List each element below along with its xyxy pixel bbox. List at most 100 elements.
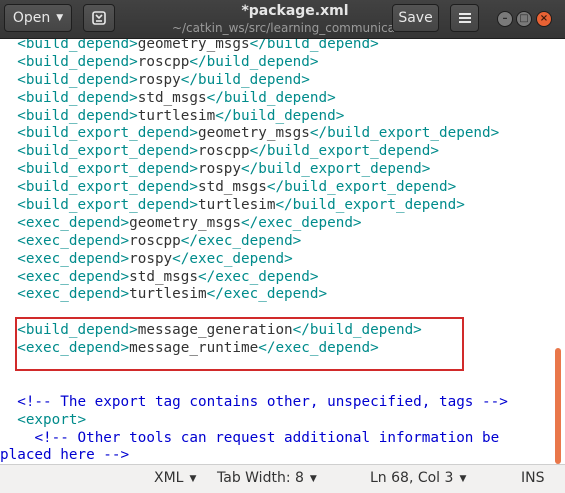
xml-open-tag: <exec_depend>	[17, 268, 130, 285]
language-label: XML	[154, 470, 184, 486]
code-line[interactable]: <build_depend>roscpp</build_depend>	[0, 54, 508, 72]
open-label: Open	[12, 10, 51, 26]
header-bar: Open ▼ *package.xml ~/catkin_ws/src/lear…	[0, 0, 565, 39]
xml-text: std_msgs	[197, 179, 267, 196]
xml-open-tag: <build_export_depend>	[17, 197, 198, 214]
code-line[interactable]: <!-- Other tools can request additional …	[0, 430, 508, 448]
xml-text: std_msgs	[129, 268, 198, 285]
xml-text: rospy	[197, 161, 242, 178]
xml-close-tag: </exec_depend>	[241, 214, 362, 231]
xml-comment: <!-- Other tools can request additional …	[34, 429, 500, 446]
code-line[interactable]: <build_export_depend>turtlesim</build_ex…	[0, 197, 508, 215]
chevron-down-icon: ▼	[459, 474, 467, 484]
code-line[interactable]: <exec_depend>roscpp</exec_depend>	[0, 233, 508, 251]
chevron-down-icon: ▼	[189, 474, 197, 484]
cursor-position-selector[interactable]: Ln 68, Col 3 ▼	[370, 470, 466, 486]
xml-text: turtlesim	[197, 197, 276, 214]
save-button[interactable]: Save	[392, 4, 439, 32]
code-line[interactable]: <exec_depend>turtlesim</exec_depend>	[0, 286, 508, 304]
xml-close-tag: </build_export_depend>	[275, 197, 465, 214]
xml-text: turtlesim	[129, 286, 207, 303]
xml-open-tag: <build_export_depend>	[17, 125, 198, 142]
tab-width-selector[interactable]: Tab Width: 8 ▼	[217, 470, 317, 486]
code-line[interactable]: <build_export_depend>rospy</build_export…	[0, 161, 508, 179]
window-maximize-icon[interactable]: □	[516, 11, 532, 27]
xml-open-tag: <build_depend>	[17, 53, 138, 70]
xml-open-tag: <export>	[17, 411, 87, 428]
tab-width-label: Tab Width: 8	[217, 470, 304, 486]
bookmark-new-icon	[92, 11, 106, 25]
code-line[interactable]: placed here -->	[0, 447, 508, 464]
xml-text: roscpp	[137, 53, 190, 70]
xml-open-tag: <exec_depend>	[17, 286, 130, 303]
xml-close-tag: </build_export_depend>	[266, 179, 457, 196]
xml-open-tag: <exec_depend>	[17, 250, 130, 267]
xml-open-tag: <build_export_depend>	[17, 161, 198, 178]
code-line[interactable]: <build_depend>rospy</build_depend>	[0, 72, 508, 90]
code-line[interactable]: <build_depend>geometry_msgs</build_depen…	[0, 39, 508, 54]
xml-close-tag: </exec_depend>	[198, 268, 319, 285]
chevron-down-icon: ▼	[56, 13, 64, 23]
menu-button[interactable]	[450, 4, 479, 32]
cursor-position-label: Ln 68, Col 3	[370, 470, 454, 486]
open-button[interactable]: Open ▼	[4, 4, 72, 32]
language-selector[interactable]: XML ▼	[154, 470, 196, 486]
window-minimize-icon[interactable]: –	[497, 11, 513, 27]
xml-close-tag: </build_depend>	[206, 89, 336, 106]
code-line[interactable]: <build_depend>std_msgs</build_depend>	[0, 90, 508, 108]
xml-close-tag: </exec_depend>	[206, 286, 328, 303]
code-line[interactable]: <exec_depend>rospy</exec_depend>	[0, 251, 508, 269]
xml-open-tag: <exec_depend>	[17, 214, 130, 231]
xml-close-tag: </build_depend>	[249, 39, 379, 52]
code-line[interactable]: <build_export_depend>geometry_msgs</buil…	[0, 125, 508, 143]
window-close-icon[interactable]: ×	[536, 11, 552, 27]
xml-text: rospy	[129, 250, 173, 267]
code-line[interactable]: <!-- The export tag contains other, unsp…	[0, 394, 508, 412]
xml-text: geometry_msgs	[197, 125, 310, 142]
code-line[interactable]: <exec_depend>std_msgs</exec_depend>	[0, 269, 508, 287]
xml-close-tag: </build_export_depend>	[241, 161, 431, 178]
vertical-scrollbar[interactable]	[555, 348, 561, 464]
bookmark-new-button[interactable]	[83, 4, 115, 32]
code-line[interactable]: <build_depend>turtlesim</build_depend>	[0, 108, 508, 126]
code-line[interactable]: <export>	[0, 412, 508, 430]
xml-text: geometry_msgs	[129, 214, 242, 231]
text-editor[interactable]: <build_depend>geometry_msgs</build_depen…	[0, 39, 565, 464]
insert-mode-indicator[interactable]: INS	[521, 470, 545, 486]
hamburger-menu-icon	[458, 13, 471, 23]
code-line[interactable]: <build_export_depend>roscpp</build_expor…	[0, 143, 508, 161]
xml-close-tag: </exec_depend>	[180, 232, 302, 249]
highlight-annotation-box	[15, 317, 464, 371]
code-line[interactable]: <build_export_depend>std_msgs</build_exp…	[0, 179, 508, 197]
xml-comment: placed here -->	[0, 447, 130, 464]
xml-close-tag: </build_depend>	[215, 107, 345, 124]
xml-open-tag: <build_depend>	[17, 107, 138, 124]
code-view[interactable]: <build_depend>geometry_msgs</build_depen…	[0, 39, 508, 464]
code-line[interactable]: <exec_depend>geometry_msgs</exec_depend>	[0, 215, 508, 233]
xml-close-tag: </exec_depend>	[172, 250, 293, 267]
xml-close-tag: </build_depend>	[189, 53, 319, 70]
xml-close-tag: </build_export_depend>	[309, 125, 500, 142]
code-line[interactable]	[0, 376, 508, 394]
chevron-down-icon: ▼	[309, 474, 317, 484]
xml-text: rospy	[137, 71, 181, 88]
xml-open-tag: <build_depend>	[17, 39, 138, 52]
xml-close-tag: </build_depend>	[180, 71, 310, 88]
xml-text: roscpp	[197, 143, 250, 160]
xml-text: roscpp	[129, 232, 181, 249]
xml-open-tag: <exec_depend>	[17, 232, 130, 249]
